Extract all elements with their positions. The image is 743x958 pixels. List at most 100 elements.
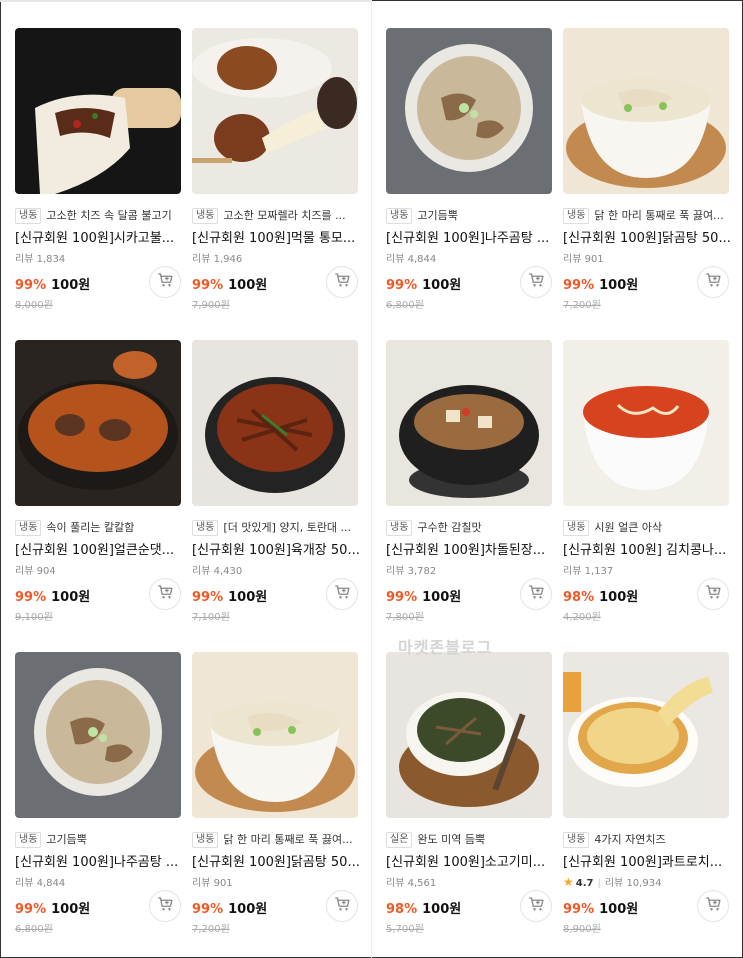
product-image[interactable] xyxy=(563,28,729,194)
star-icon: ★ xyxy=(563,875,574,889)
review-row: 리뷰 4,561 xyxy=(386,874,437,889)
column-divider xyxy=(371,0,372,958)
product-title[interactable]: [신규회원 100원]나주곰탕 ... xyxy=(386,227,554,245)
product-image[interactable] xyxy=(563,340,729,506)
cart-icon xyxy=(333,583,351,605)
product-card[interactable]: 냉동 고기듬뿍 [신규회원 100원]나주곰탕 ... 리뷰 4,844 99% 1… xyxy=(15,652,183,952)
product-card[interactable]: 냉동 4가지 자연치즈 [신규회원 100원]콰트로치... ★ 4.7 | 리뷰 10… xyxy=(563,652,731,952)
product-title[interactable]: [신규회원 100원] 김치콩나... xyxy=(563,539,731,557)
product-card[interactable]: 냉동 고소한 치즈 속 달콤 불고기 [신규회원 100원]시카고불... 리뷰 … xyxy=(15,28,183,328)
review-row: 리뷰 1,946 xyxy=(192,250,242,265)
product-image[interactable] xyxy=(15,28,181,194)
category-row: 냉동 시원 얼큰 아삭 xyxy=(563,520,731,536)
add-to-cart-button[interactable] xyxy=(149,890,181,922)
cart-icon xyxy=(527,271,545,293)
sale-price: 100원 xyxy=(422,590,462,605)
original-price: 6,800원 xyxy=(386,300,424,311)
storage-badge: 냉동 xyxy=(386,520,413,536)
product-desc: 고소한 모짜렐라 치즈를 ... xyxy=(223,209,346,222)
review-count: 리뷰 1,834 xyxy=(15,254,66,265)
product-image[interactable] xyxy=(192,652,358,818)
original-price: 8,900원 xyxy=(563,924,601,935)
add-to-cart-button[interactable] xyxy=(697,890,729,922)
product-title[interactable]: [신규회원 100원]시카고불... xyxy=(15,227,183,245)
review-row: 리뷰 904 xyxy=(15,562,56,577)
price-row: 98% 100원 xyxy=(563,586,638,605)
product-card[interactable]: 냉동 고기듬뿍 [신규회원 100원]나주곰탕 ... 리뷰 4,844 99% 1… xyxy=(386,28,554,328)
product-image[interactable] xyxy=(15,340,181,506)
product-title[interactable]: [신규회원 100원]얼큰순댓... xyxy=(15,539,183,557)
product-desc: 시원 얼큰 아삭 xyxy=(594,521,663,534)
storage-badge: 냉동 xyxy=(386,208,413,224)
product-title[interactable]: [신규회원 100원]차돌된장... xyxy=(386,539,554,557)
review-row: 리뷰 4,844 xyxy=(386,250,436,265)
price-row: 99% 100원 xyxy=(15,586,90,605)
storage-badge: 냉동 xyxy=(192,208,219,224)
product-photo xyxy=(192,28,358,194)
watermark: 마켓존블로그 xyxy=(398,638,493,657)
original-price: 4,200원 xyxy=(563,612,601,623)
product-title[interactable]: [신규회원 100원]닭곰탕 50... xyxy=(563,227,731,245)
sale-price: 100원 xyxy=(599,278,639,293)
category-row: 냉동 닭 한 마리 통째로 푹 끓여... xyxy=(192,832,360,848)
product-image[interactable] xyxy=(15,652,181,818)
top-border xyxy=(0,0,372,2)
sale-price: 100원 xyxy=(422,278,462,293)
product-title[interactable]: [신규회원 100원]닭곰탕 50... xyxy=(192,851,360,869)
product-photo xyxy=(15,340,181,506)
product-card[interactable]: 냉동 구수한 감칠맛 [신규회원 100원]차돌된장... 리뷰 3,782 99… xyxy=(386,340,554,640)
storage-badge: 냉동 xyxy=(15,520,42,536)
product-image[interactable] xyxy=(386,28,552,194)
product-image[interactable] xyxy=(192,340,358,506)
product-desc: 닭 한 마리 통째로 푹 끓여... xyxy=(223,833,353,846)
product-card[interactable]: 냉동 [더 맛있게] 양지, 토란대 ... [신규회원 100원]육개장 50.… xyxy=(192,340,360,640)
product-title[interactable]: [신규회원 100원]육개장 50... xyxy=(192,539,360,557)
price-row: 99% 100원 xyxy=(15,898,90,917)
review-row: 리뷰 1,137 xyxy=(563,562,613,577)
sale-price: 100원 xyxy=(51,902,91,917)
add-to-cart-button[interactable] xyxy=(520,890,552,922)
category-row: 냉동 닭 한 마리 통째로 푹 끓여... xyxy=(563,208,731,224)
category-row: 냉동 고소한 모짜렐라 치즈를 ... xyxy=(192,208,360,224)
product-card[interactable]: 냉동 닭 한 마리 통째로 푹 끓여... [신규회원 100원]닭곰탕 50..… xyxy=(563,28,731,328)
discount-rate: 98% xyxy=(563,590,595,605)
discount-rate: 99% xyxy=(192,278,224,293)
product-card[interactable]: 실온 완도 미역 듬뿍 [신규회원 100원]소고기미... 리뷰 4,561 9… xyxy=(386,652,554,952)
category-row: 냉동 구수한 감칠맛 xyxy=(386,520,554,536)
add-to-cart-button[interactable] xyxy=(520,266,552,298)
add-to-cart-button[interactable] xyxy=(697,578,729,610)
sale-price: 100원 xyxy=(599,590,639,605)
product-title[interactable]: [신규회원 100원]콰트로치... xyxy=(563,851,731,869)
add-to-cart-button[interactable] xyxy=(326,578,358,610)
review-count: 리뷰 3,782 xyxy=(386,566,437,577)
add-to-cart-button[interactable] xyxy=(326,266,358,298)
rating: ★ 4.7 xyxy=(563,875,593,889)
add-to-cart-button[interactable] xyxy=(697,266,729,298)
discount-rate: 99% xyxy=(15,902,47,917)
product-title[interactable]: [신규회원 100원]소고기미... xyxy=(386,851,554,869)
product-image[interactable] xyxy=(192,28,358,194)
cart-icon xyxy=(156,895,174,917)
add-to-cart-button[interactable] xyxy=(326,890,358,922)
price-row: 99% 100원 xyxy=(192,274,267,293)
sale-price: 100원 xyxy=(599,902,639,917)
product-card[interactable]: 냉동 시원 얼큰 아삭 [신규회원 100원] 김치콩나... 리뷰 1,137 … xyxy=(563,340,731,640)
product-image[interactable] xyxy=(386,652,552,818)
product-card[interactable]: 냉동 닭 한 마리 통째로 푹 끓여... [신규회원 100원]닭곰탕 50..… xyxy=(192,652,360,952)
review-count: 리뷰 904 xyxy=(15,566,56,577)
product-photo xyxy=(563,28,729,194)
sale-price: 100원 xyxy=(51,278,91,293)
product-image[interactable] xyxy=(563,652,729,818)
add-to-cart-button[interactable] xyxy=(149,578,181,610)
add-to-cart-button[interactable] xyxy=(520,578,552,610)
product-card[interactable]: 냉동 속이 풀리는 칼칼함 [신규회원 100원]얼큰순댓... 리뷰 904 9… xyxy=(15,340,183,640)
product-title[interactable]: [신규회원 100원]나주곰탕 ... xyxy=(15,851,183,869)
review-count: 리뷰 4,561 xyxy=(386,878,437,889)
add-to-cart-button[interactable] xyxy=(149,266,181,298)
product-title[interactable]: [신규회원 100원]먹물 통모... xyxy=(192,227,360,245)
price-row: 99% 100원 xyxy=(192,898,267,917)
product-desc: 고기듬뿍 xyxy=(417,209,458,222)
product-card[interactable]: 냉동 고소한 모짜렐라 치즈를 ... [신규회원 100원]먹물 통모... 리… xyxy=(192,28,360,328)
original-price: 7,800원 xyxy=(386,612,424,623)
product-image[interactable] xyxy=(386,340,552,506)
